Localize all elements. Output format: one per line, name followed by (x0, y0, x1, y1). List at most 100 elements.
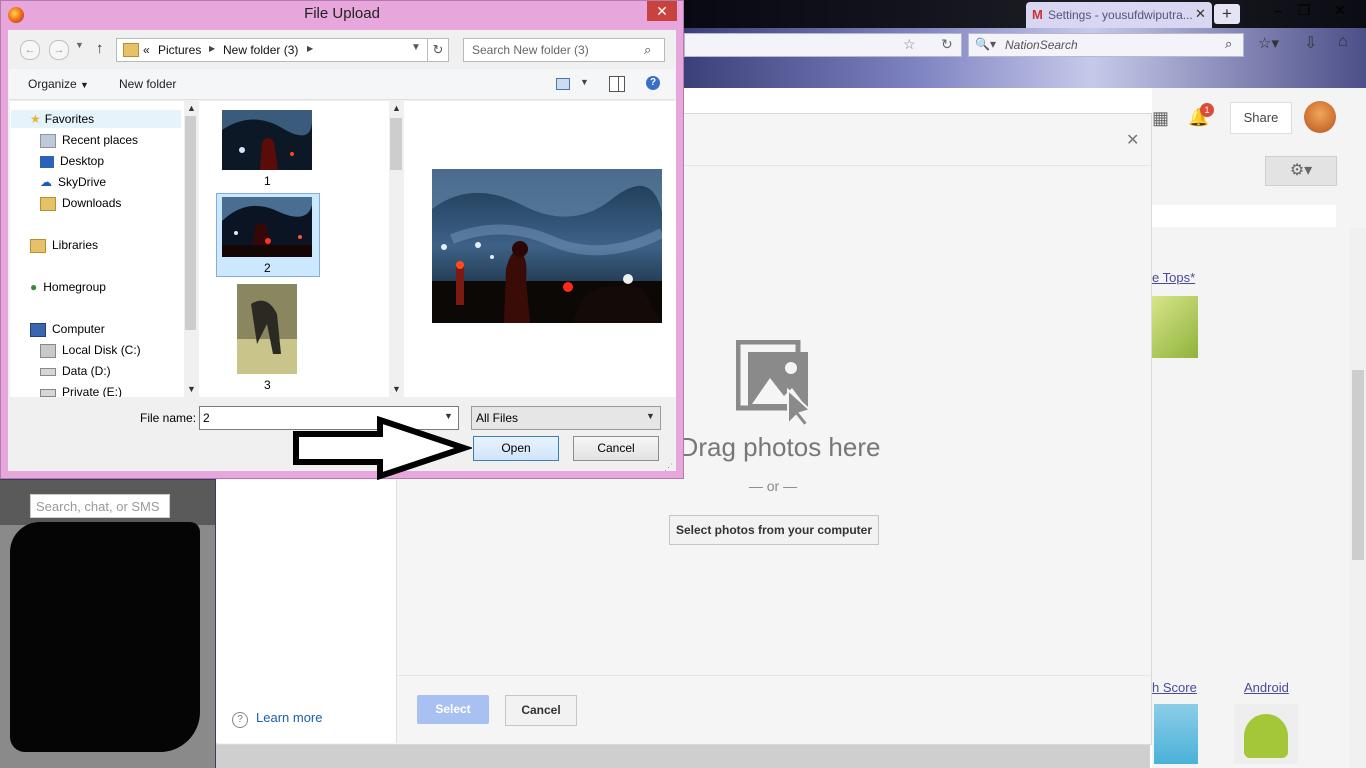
theme-thumbnail[interactable] (1154, 704, 1198, 764)
nav-disk-d[interactable]: Data (D:) (40, 364, 111, 378)
settings-field (1152, 205, 1336, 227)
or-separator: — or — (748, 478, 798, 494)
settings-gear-button[interactable]: ⚙▾ (1265, 156, 1337, 186)
breadcrumb-chevron-icon[interactable]: ▶ (307, 44, 313, 53)
android-icon (1244, 714, 1288, 758)
theme-link-score[interactable]: h Score (1152, 680, 1197, 695)
theme-link-tops[interactable]: e Tops* (1152, 270, 1195, 285)
close-icon[interactable]: ✕ (1126, 130, 1139, 150)
url-bar[interactable]: ☆ ↻ (684, 33, 962, 57)
theme-thumbnail[interactable] (1152, 296, 1198, 358)
file-thumbnail (222, 110, 312, 170)
star-icon: ★ (30, 112, 41, 126)
file-thumbnail (237, 284, 297, 374)
share-button[interactable]: Share (1230, 102, 1292, 134)
dialog-close-button[interactable]: ✕ (647, 1, 677, 21)
nav-libraries[interactable]: Libraries (30, 238, 98, 253)
organize-label: Organize (28, 77, 77, 91)
nav-downloads[interactable]: Downloads (40, 196, 121, 211)
nav-scrollbar-thumb[interactable] (185, 116, 196, 330)
apps-grid-icon[interactable]: ▦ (1152, 108, 1169, 129)
help-icon[interactable]: ? (646, 76, 660, 90)
select-button[interactable]: Select (417, 695, 489, 724)
avatar[interactable] (1304, 101, 1336, 133)
cancel-button[interactable]: Cancel (505, 695, 577, 726)
preview-pane-icon[interactable] (609, 76, 625, 92)
drive-icon (40, 367, 56, 376)
nav-homegroup[interactable]: ● Homegroup (30, 280, 106, 294)
file-item-selected[interactable]: 2 (216, 193, 320, 277)
folder-icon (123, 43, 139, 57)
download-icon[interactable]: ⇩ (1304, 33, 1317, 53)
search-go-icon[interactable]: ⌕ (1225, 36, 1232, 52)
recent-locations-icon[interactable]: ▼ (75, 40, 84, 50)
back-arrow-icon[interactable]: ← (20, 40, 40, 60)
nav-desktop[interactable]: Desktop (40, 154, 104, 168)
nav-favorites[interactable]: ★ Favorites (30, 112, 94, 126)
new-tab-button[interactable]: + (1214, 4, 1240, 24)
home-icon[interactable]: ⌂ (1338, 33, 1348, 51)
nav-label: Data (D:) (62, 364, 111, 378)
forward-arrow-icon[interactable]: → (49, 40, 69, 60)
nav-computer[interactable]: Computer (30, 322, 105, 337)
scroll-down-icon[interactable]: ▼ (187, 384, 196, 394)
notification-count[interactable]: 1 (1200, 103, 1214, 117)
file-thumbnail (222, 197, 312, 257)
view-dropdown-icon[interactable]: ▼ (580, 77, 589, 87)
android-theme-thumbnail[interactable] (1234, 704, 1298, 764)
scroll-up-icon[interactable]: ▲ (392, 103, 401, 113)
scroll-down-icon[interactable]: ▼ (392, 384, 401, 394)
file-type-select[interactable]: All Files ▼ (471, 406, 661, 430)
cancel-button[interactable]: Cancel (573, 436, 659, 461)
organize-menu[interactable]: Organize ▼ (28, 77, 89, 91)
chat-search-placeholder: Search, chat, or SMS (36, 499, 160, 514)
page-scrollbar-thumb[interactable] (1352, 370, 1364, 560)
tab-close-icon[interactable]: ✕ (1195, 6, 1206, 22)
chevron-down-icon: ▼ (646, 411, 655, 421)
scroll-up-icon[interactable]: ▲ (187, 103, 196, 113)
browser-tab[interactable]: M Settings - yousufdwiputra... (1026, 2, 1212, 28)
nav-recent-places[interactable]: Recent places (40, 133, 138, 148)
recent-places-icon (40, 133, 56, 148)
gear-icon: ⚙▾ (1289, 162, 1313, 179)
theme-link-android[interactable]: Android (1244, 680, 1289, 695)
chat-search-input[interactable]: Search, chat, or SMS (30, 494, 170, 518)
search-engine-icon[interactable]: 🔍▾ (975, 37, 996, 51)
drag-photos-icon (736, 340, 812, 426)
learn-more-link[interactable]: ? Learn more (232, 710, 322, 728)
view-icon[interactable] (556, 78, 570, 90)
nav-disk-c[interactable]: Local Disk (C:) (40, 343, 141, 358)
chevron-down-icon[interactable]: ▼ (411, 42, 421, 53)
nav-label: Favorites (44, 112, 95, 126)
open-button[interactable]: Open (473, 436, 559, 461)
up-arrow-icon[interactable]: ↑ (96, 40, 104, 57)
breadcrumb-chevron-icon[interactable]: ▶ (209, 44, 215, 53)
nav-skydrive[interactable]: ☁ SkyDrive (40, 175, 106, 189)
resize-grip-icon[interactable]: ⋰ (664, 462, 673, 473)
file-item[interactable]: 1 (217, 106, 319, 190)
star-icon[interactable]: ☆ (903, 36, 916, 53)
nav-label: Computer (52, 322, 105, 336)
breadcrumb-prefix: « (143, 43, 150, 57)
reload-icon[interactable]: ↻ (941, 36, 953, 53)
breadcrumb-pictures[interactable]: Pictures (158, 43, 201, 57)
minimize-icon[interactable]: – (1264, 0, 1292, 20)
image-preview (432, 169, 662, 323)
gplus-side-pane (1152, 88, 1366, 768)
file-list-scrollbar-thumb[interactable] (390, 118, 402, 170)
gmail-icon: M (1032, 7, 1043, 22)
folder-search-placeholder: Search New folder (3) (472, 43, 589, 57)
select-from-computer-button[interactable]: Select photos from your computer (669, 515, 879, 545)
bookmarks-icon[interactable]: ☆▾ (1258, 34, 1279, 52)
folder-search-input[interactable]: Search New folder (3) ⌕ (463, 38, 665, 62)
restore-icon[interactable]: ❐ (1290, 0, 1318, 20)
nav-label: Homegroup (43, 280, 106, 294)
file-item[interactable]: 3 (217, 282, 319, 394)
window-close-icon[interactable]: ✕ (1326, 0, 1354, 20)
nav-disk-e[interactable]: Private (E:) (40, 385, 122, 397)
new-folder-button[interactable]: New folder (119, 77, 176, 91)
breadcrumb-folder[interactable]: New folder (3) (223, 43, 298, 57)
address-bar[interactable]: « Pictures ▶ New folder (3) ▶ ▼ (116, 38, 428, 62)
refresh-icon[interactable]: ↻ (427, 38, 449, 62)
browser-search-bar[interactable]: 🔍▾ NationSearch ⌕ (968, 33, 1244, 57)
